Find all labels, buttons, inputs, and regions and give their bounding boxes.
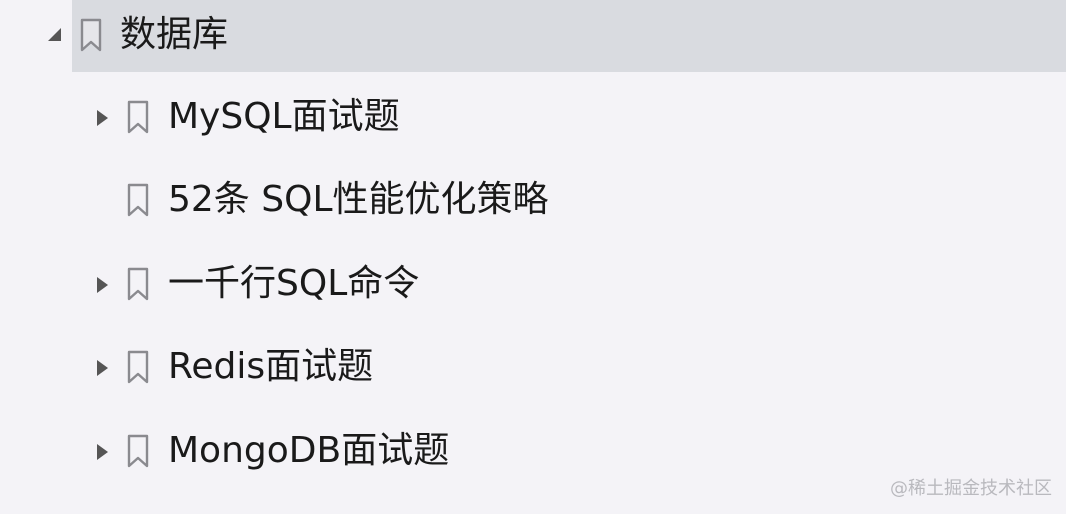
watermark-text: @稀土掘金技术社区 [890,478,1052,499]
bookmark-icon [127,350,149,384]
tree-item-label: Redis面试题 [168,346,374,387]
bookmark-icon [127,100,149,134]
tree-item[interactable]: 一千行SQL命令 [0,251,1066,319]
tree-item-label: MongoDB面试题 [168,430,450,471]
tree-item[interactable]: Redis面试题 [0,334,1066,402]
bookmark-icon [127,183,149,217]
expand-triangle-icon[interactable] [92,108,112,128]
tree-item-label: 一千行SQL命令 [168,263,420,304]
tree-root-label: 数据库 [120,14,229,55]
bookmark-icon [80,18,102,52]
tree-item[interactable]: MySQL面试题 [0,84,1066,152]
bookmark-tree: 数据库 MySQL面试题 52条 SQL性能优化策略 一千行SQL命令 Redi… [0,0,1066,514]
expand-triangle-icon[interactable] [92,442,112,462]
bookmark-icon [127,267,149,301]
expand-triangle-icon[interactable] [92,358,112,378]
collapse-triangle-icon[interactable] [44,24,64,44]
tree-item-label: 52条 SQL性能优化策略 [168,179,549,220]
tree-root-item[interactable]: 数据库 [0,0,1066,72]
expand-triangle-icon[interactable] [92,275,112,295]
tree-item-label: MySQL面试题 [168,96,400,137]
tree-item[interactable]: 52条 SQL性能优化策略 [0,167,1066,235]
bookmark-icon [127,434,149,468]
